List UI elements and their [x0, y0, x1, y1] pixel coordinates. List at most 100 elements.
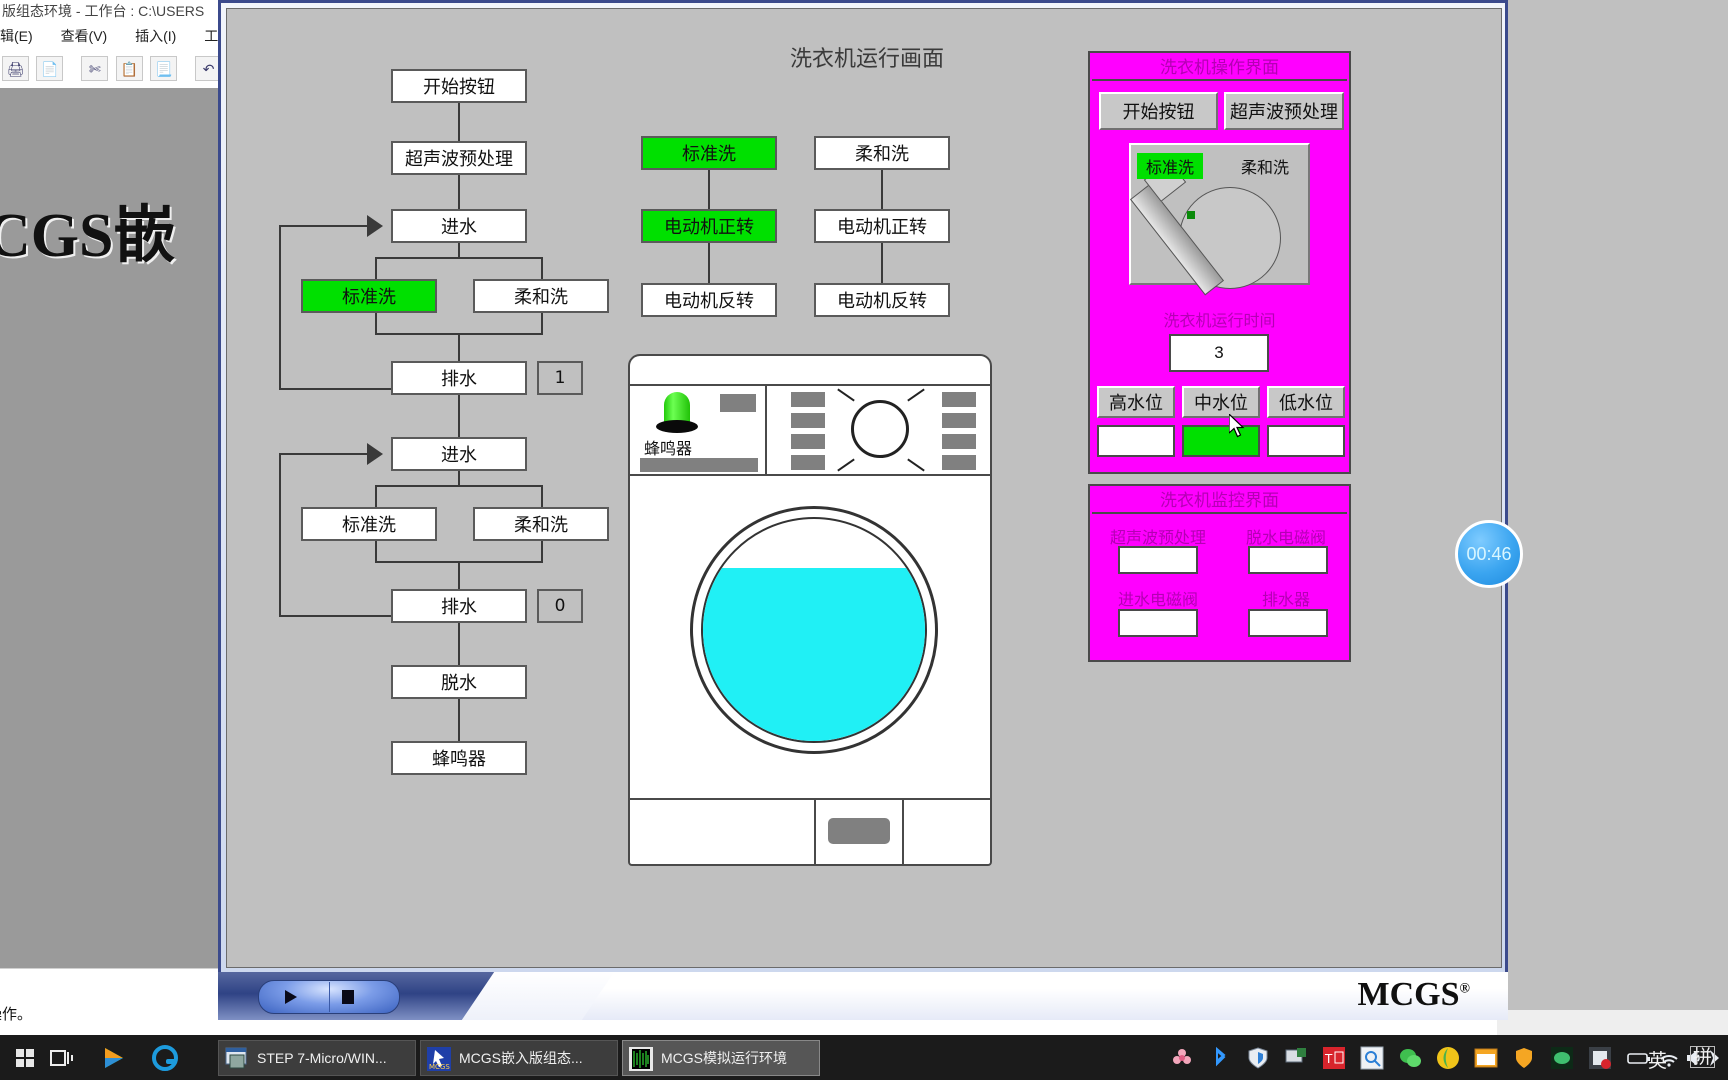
- panel-bar-r4: [942, 455, 976, 470]
- search-magnifier-icon[interactable]: [1360, 1046, 1384, 1070]
- flow-drain-1[interactable]: 排水: [391, 361, 527, 395]
- flow-standard-wash-1[interactable]: 标准洗: [301, 279, 437, 313]
- flow-gentle-wash-1[interactable]: 柔和洗: [473, 279, 609, 313]
- menu-item-view[interactable]: 查看(V): [61, 26, 108, 46]
- panel-indicator-strip: [640, 458, 758, 472]
- flow-gentle-wash-2[interactable]: 柔和洗: [473, 507, 609, 541]
- print-preview-icon[interactable]: 📄: [36, 56, 64, 81]
- flow-colc-gentle-wash[interactable]: 柔和洗: [814, 136, 950, 170]
- flow-connector: [541, 485, 543, 507]
- step7-app-icon: [225, 1047, 249, 1071]
- paste-icon[interactable]: 📃: [150, 56, 178, 81]
- flow-colb-motor-forward[interactable]: 电动机正转: [641, 209, 777, 243]
- operation-panel-title: 洗衣机操作界面: [1092, 55, 1347, 81]
- wechat-icon[interactable]: [1398, 1046, 1422, 1070]
- taskbar-item-label: STEP 7-Micro/WIN...: [257, 1050, 387, 1066]
- taskbar-item-mcgs-editor[interactable]: MCGS MCGS嵌入版组态...: [420, 1040, 618, 1076]
- flow-connector: [375, 541, 377, 563]
- washing-machine-illustration: 蜂鸣器: [628, 354, 992, 866]
- flow-connector: [541, 257, 543, 279]
- flow-connector: [881, 243, 883, 283]
- flow-colc-motor-reverse[interactable]: 电动机反转: [814, 283, 950, 317]
- start-icon[interactable]: [12, 1045, 38, 1071]
- window-app-icon[interactable]: [1474, 1046, 1498, 1070]
- flow-connector: [881, 170, 883, 209]
- flow-connector: [279, 225, 281, 390]
- cut-icon[interactable]: ✄: [81, 56, 109, 81]
- mcgs-brand-text: MCGS: [1357, 976, 1460, 1013]
- tray-dark-app-icon[interactable]: [1588, 1046, 1612, 1070]
- op-high-level-button[interactable]: 高水位: [1097, 386, 1175, 418]
- panel-bar-r3: [942, 434, 976, 449]
- flow-connector: [279, 388, 393, 390]
- simulation-bottom-bar: MCGS®: [218, 972, 1508, 1020]
- panel-bar-r1: [942, 392, 976, 407]
- flow-buzzer[interactable]: 蜂鸣器: [391, 741, 527, 775]
- flow-connector: [458, 623, 460, 665]
- tray-flower-icon[interactable]: [1170, 1046, 1194, 1070]
- flow-connector: [458, 395, 460, 437]
- flow-standard-wash-2[interactable]: 标准洗: [301, 507, 437, 541]
- ime-pinyin-indicator[interactable]: 拼: [1690, 1046, 1716, 1068]
- tray-yellow-app-icon[interactable]: [1436, 1046, 1460, 1070]
- flow-connector: [541, 313, 543, 335]
- mcgs-watermark-logo: CGS嵌: [0, 202, 176, 270]
- browser-icon[interactable]: [152, 1045, 178, 1071]
- flow-start-button[interactable]: 开始按钮: [391, 69, 527, 103]
- flow-spin[interactable]: 脱水: [391, 665, 527, 699]
- windows-taskbar: STEP 7-Micro/WIN... MCGS MCGS嵌入版组态... MC…: [0, 1035, 1728, 1080]
- menu-item-edit[interactable]: 辑(E): [0, 26, 33, 46]
- flow-inlet-1[interactable]: 进水: [391, 209, 527, 243]
- flow-ultrasonic[interactable]: 超声波预处理: [391, 141, 527, 175]
- flow-colc-motor-forward[interactable]: 电动机正转: [814, 209, 950, 243]
- op-low-level-indicator: [1267, 425, 1345, 457]
- op-high-level-indicator: [1097, 425, 1175, 457]
- copy-icon[interactable]: 📋: [115, 56, 143, 81]
- taskbar-item-label: MCGS嵌入版组态...: [459, 1050, 583, 1066]
- tray-red-app-icon[interactable]: T: [1322, 1046, 1346, 1070]
- bluetooth-icon[interactable]: [1208, 1046, 1232, 1070]
- op-low-level-button[interactable]: 低水位: [1267, 386, 1345, 418]
- flow-connector: [458, 699, 460, 741]
- op-mid-level-button[interactable]: 中水位: [1182, 386, 1260, 418]
- monitor-panel: 洗衣机监控界面 超声波预处理 脱水电磁阀 进水电磁阀 排水器: [1088, 484, 1351, 662]
- mon-label-ultrasonic: 超声波预处理: [1109, 528, 1206, 547]
- play-icon[interactable]: [285, 990, 297, 1004]
- security-shield-icon[interactable]: [1246, 1046, 1270, 1070]
- agitator-marker-icon: [1187, 211, 1195, 219]
- menu-item-insert[interactable]: 插入(I): [135, 26, 176, 46]
- flow-branch: [375, 257, 543, 259]
- op-start-button[interactable]: 开始按钮: [1099, 92, 1218, 130]
- network-monitor-icon[interactable]: [1284, 1046, 1308, 1070]
- tray-green-app-icon[interactable]: [1550, 1046, 1574, 1070]
- stop-icon[interactable]: [342, 990, 354, 1004]
- page-title: 洗衣机运行画面: [789, 47, 944, 72]
- flow-colb-motor-reverse[interactable]: 电动机反转: [641, 283, 777, 317]
- simulation-frame: 洗衣机运行画面 开始按钮 超声波预处理 进水 标准洗 柔和洗 排水 1 进水 标…: [218, 0, 1508, 975]
- op-runtime-value: 3: [1169, 334, 1269, 372]
- machine-top-lid: [630, 356, 990, 386]
- sim-run-stop-control[interactable]: [258, 980, 400, 1014]
- drum-window: [701, 517, 927, 743]
- flow-inlet-2[interactable]: 进水: [391, 437, 527, 471]
- flow-connector: [541, 541, 543, 563]
- flow-drain-2[interactable]: 排水: [391, 589, 527, 623]
- program-dial-icon[interactable]: [851, 400, 909, 458]
- machine-drawer-handle[interactable]: [828, 818, 890, 844]
- op-ultrasonic-button[interactable]: 超声波预处理: [1224, 92, 1344, 130]
- taskbar-item-mcgs-runtime[interactable]: MCGS模拟运行环境: [622, 1040, 820, 1076]
- print-icon[interactable]: 🖨: [2, 56, 29, 81]
- agitator-view: 标准洗 柔和洗: [1129, 143, 1310, 296]
- editor-title-text: 版组态环境 - 工作台 : C:\USERS: [2, 3, 205, 19]
- editor-status-text: 待操作。: [0, 1006, 33, 1023]
- media-player-icon[interactable]: [100, 1045, 126, 1071]
- battery-icon[interactable]: [1626, 1046, 1650, 1070]
- flow-colb-standard-wash[interactable]: 标准洗: [641, 136, 777, 170]
- shield-orange-icon[interactable]: [1512, 1046, 1536, 1070]
- mcgs-simulation-window: 洗衣机运行画面 开始按钮 超声波预处理 进水 标准洗 柔和洗 排水 1 进水 标…: [218, 0, 1508, 1020]
- flow-branch: [375, 485, 543, 487]
- taskbar-item-step7[interactable]: STEP 7-Micro/WIN...: [218, 1040, 416, 1076]
- task-view-icon[interactable]: [48, 1045, 74, 1071]
- mon-value-drain-pump: [1248, 609, 1328, 637]
- ime-language-indicator[interactable]: 英: [1648, 1046, 1667, 1073]
